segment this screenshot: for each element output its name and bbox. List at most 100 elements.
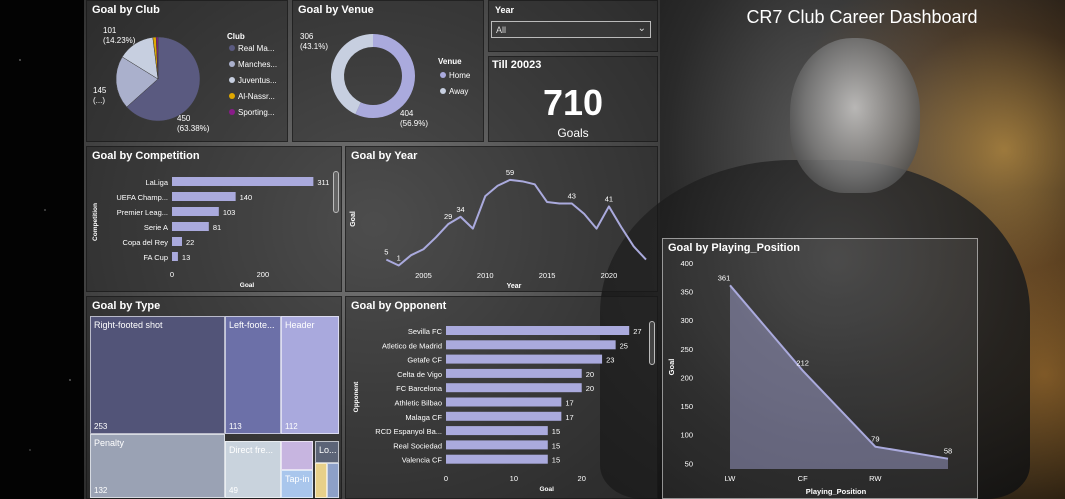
venue-data-label: (56.9%) (400, 119, 428, 128)
goal-by-venue-panel[interactable]: Goal by Venue 404 (56.9%) 306 (43.1%) Venue H… (292, 0, 484, 142)
goal-by-competition-panel[interactable]: Goal by Competition LaLiga 311 UEFA Champ.… (86, 146, 342, 292)
goal-by-type-treemap[interactable]: Right-footed shot 253 Left-foote... 113 Head… (87, 297, 343, 499)
treemap-tile-label: Header (285, 320, 315, 330)
position-tick-label: 300 (680, 316, 693, 325)
position-tick-label: 50 (685, 459, 693, 468)
goal-by-opponent-panel[interactable]: Goal by Opponent Sevilla FC 27 Atletico de… (345, 296, 658, 499)
goals-card-value: 710 (542, 82, 604, 123)
competition-scrollbar[interactable] (333, 171, 339, 213)
competition-tick-label: 200 (257, 270, 270, 279)
position-tick-label: 350 (680, 288, 693, 297)
competition-axis-title-y: Competition (92, 203, 99, 241)
goal-by-club-chart[interactable]: 450(63.38%) 145(...) 101(14.23%) Club Real M… (87, 1, 289, 143)
year-tick-label: 2020 (601, 271, 618, 280)
opponent-data-label: 20 (586, 370, 594, 379)
position-axis-title: Playing_Position (806, 487, 867, 496)
position-tick-label: 100 (680, 431, 693, 440)
opponent-category-label: RCD Espanyol Ba... (375, 427, 442, 436)
treemap-tile[interactable]: Header 112 (281, 316, 339, 434)
venue-data-label: (43.1%) (300, 42, 328, 51)
player-photo-head (790, 38, 920, 193)
club-legend-item: Juventus... (238, 76, 277, 85)
position-tick-label: 400 (680, 259, 693, 268)
opponent-category-label: Celta de Vigo (397, 370, 442, 379)
opponent-axis-title-y: Opponent (353, 381, 360, 413)
opponent-category-label: Atletico de Madrid (382, 341, 442, 350)
club-legend-marker (229, 77, 235, 83)
opponent-data-label: 23 (606, 356, 614, 365)
venue-legend-title: Venue (438, 57, 462, 66)
year-series-line (385, 178, 647, 267)
competition-data-label: 140 (240, 193, 253, 202)
club-legend-marker (229, 45, 235, 51)
club-legend-item: Manches... (238, 60, 277, 69)
goal-by-position-chart[interactable]: 361 212 79 58 50 100 150 200 250 300 350 400 LW CF RWP… (663, 239, 979, 499)
treemap-tile[interactable]: Direct fre... 49 (225, 441, 281, 498)
year-data-label: 41 (605, 194, 613, 203)
opponent-category-label: Malaga CF (405, 413, 442, 422)
opponent-data-label: 17 (565, 399, 573, 408)
year-slicer-dropdown[interactable]: All ⌄ (491, 21, 651, 38)
treemap-tile-label: Left-foote... (229, 320, 275, 330)
club-data-label: 450 (177, 114, 191, 123)
club-legend-item: Real Ma... (238, 44, 274, 53)
treemap-tile-small[interactable] (315, 463, 327, 498)
opponent-bar (446, 383, 582, 393)
competition-bar (172, 192, 236, 201)
goal-by-year-panel[interactable]: Goal by Year 5 1 29 34 59 43 41 2005 2010 2015 202… (345, 146, 658, 292)
treemap-tile[interactable]: Penalty 132 (90, 434, 225, 498)
treemap-tile[interactable]: Tap-in (281, 470, 313, 498)
club-legend-marker (229, 109, 235, 115)
treemap-tile[interactable]: Right-footed shot 253 (90, 316, 225, 434)
club-data-label: (...) (93, 96, 105, 105)
opponent-tick-label: 0 (444, 474, 448, 483)
competition-category-label: Premier Leag... (117, 208, 168, 217)
year-data-label: 43 (568, 191, 576, 200)
club-legend-item: Sporting... (238, 108, 274, 117)
treemap-tile-value: 49 (229, 486, 238, 495)
goal-by-competition-chart[interactable]: LaLiga 311 UEFA Champ... 140 Premier Leag...… (87, 147, 343, 293)
goal-by-club-panel[interactable]: Goal by Club 450 (63.38%) 145 (...) 101 (14.2… (86, 0, 288, 142)
goal-by-venue-chart[interactable]: 404(56.9%) 306(43.1%) Venue Home Away (293, 1, 485, 143)
opponent-category-label: Real Sociedad (393, 441, 442, 450)
club-legend-title: Club (227, 32, 245, 41)
opponent-bar (446, 340, 616, 350)
opponent-scrollbar[interactable] (649, 321, 655, 365)
competition-data-label: 81 (213, 223, 221, 232)
position-data-label: 58 (944, 447, 952, 456)
treemap-tile-small[interactable] (281, 441, 313, 470)
opponent-category-label: Sevilla FC (408, 327, 443, 336)
goals-card-label: Goals (557, 126, 589, 140)
year-tick-label: 2005 (415, 271, 432, 280)
position-category-label: LW (725, 474, 737, 483)
treemap-tile-small[interactable] (327, 463, 339, 498)
opponent-data-label: 17 (565, 413, 573, 422)
treemap-tile[interactable]: Left-foote... 113 (225, 316, 281, 434)
treemap-tile[interactable]: Lo... (315, 441, 339, 463)
goal-by-year-chart[interactable]: 51 29 34 59 43 41 2005 2010 2015 2020 Year Goal (346, 147, 659, 293)
competition-data-label: 22 (186, 238, 194, 247)
venue-slice (331, 34, 373, 115)
opponent-bar (446, 440, 548, 450)
year-tick-label: 2015 (539, 271, 556, 280)
competition-category-label: Serie A (144, 223, 168, 232)
goal-by-type-panel[interactable]: Goal by Type Right-footed shot 253 Left-fo… (86, 296, 342, 499)
year-axis-title-y: Goal (350, 211, 357, 227)
venue-legend-marker (440, 88, 446, 94)
goal-by-position-panel[interactable]: Goal by Playing_Position 361 212 79 58 50 100… (662, 238, 978, 499)
opponent-data-label: 25 (620, 341, 628, 350)
treemap-tile-label: Lo... (319, 445, 337, 455)
year-slicer-label: Year (495, 5, 515, 15)
treemap-tile-value: 112 (285, 422, 298, 431)
club-legend-marker (229, 61, 235, 67)
venue-legend-marker (440, 72, 446, 78)
chevron-down-icon[interactable]: ⌄ (638, 23, 646, 34)
opponent-bar (446, 411, 562, 421)
year-data-label: 1 (397, 254, 401, 263)
position-area (730, 285, 948, 469)
goal-by-opponent-chart[interactable]: Sevilla FC 27 Atletico de Madrid 25 Getafe C… (346, 297, 659, 499)
club-data-label: 145 (93, 86, 107, 95)
competition-bar (172, 207, 219, 216)
position-data-label: 361 (718, 273, 731, 282)
competition-data-label: 103 (223, 208, 236, 217)
